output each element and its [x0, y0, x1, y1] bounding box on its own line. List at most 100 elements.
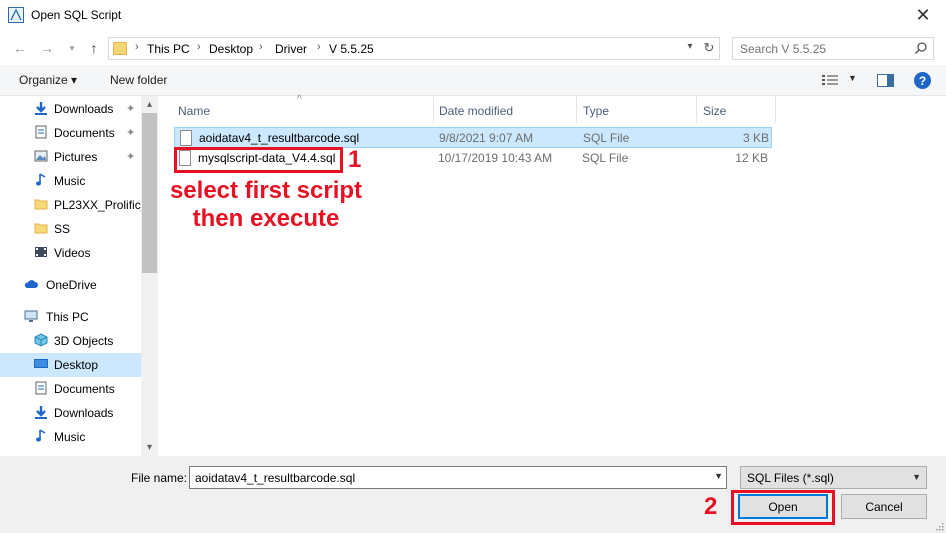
sidebar-scrollbar[interactable]: ▴ ▾ [141, 96, 158, 456]
column-header-size[interactable]: Size [703, 104, 726, 118]
sidebar-item-music-quick[interactable]: Music [0, 169, 141, 193]
sidebar-item-music[interactable]: Music [0, 425, 141, 449]
address-bar[interactable]: › This PC › Desktop › Driver › V 5.5.25 … [108, 37, 720, 60]
cube-icon [34, 333, 48, 347]
column-header-type[interactable]: Type [583, 104, 609, 118]
forward-arrow-icon[interactable]: → [37, 38, 57, 58]
sidebar-item-downloads-quick[interactable]: Downloads ✦ [0, 97, 141, 121]
command-toolbar: Organize ▾ New folder ▼ ? [0, 65, 946, 96]
computer-icon [24, 310, 38, 322]
sidebar-item-label: Downloads [54, 406, 114, 420]
folder-icon [113, 42, 127, 55]
view-options-icon[interactable] [822, 74, 838, 87]
music-note-icon [36, 429, 46, 442]
folder-icon [34, 199, 48, 210]
cancel-button[interactable]: Cancel [841, 494, 927, 519]
column-divider[interactable] [775, 96, 776, 123]
resize-grip-icon[interactable] [934, 521, 944, 531]
preview-pane-icon[interactable] [877, 74, 894, 87]
scroll-down-icon[interactable]: ▾ [141, 439, 158, 456]
file-type-value: SQL Files (*.sql) [747, 471, 834, 485]
annotation-highlight-box [174, 147, 343, 173]
crumb-separator: › [135, 41, 139, 53]
window-title: Open SQL Script [31, 8, 122, 22]
column-divider[interactable] [696, 96, 697, 123]
breadcrumb-version-folder[interactable]: V 5.5.25 [329, 42, 374, 56]
breadcrumb-driver[interactable]: Driver [275, 42, 307, 56]
crumb-separator: › [259, 41, 263, 53]
help-icon[interactable]: ? [914, 72, 931, 89]
sql-file-icon [180, 130, 192, 146]
sidebar-item-label: Documents [54, 126, 115, 140]
chevron-down-icon[interactable]: ▼ [848, 73, 857, 83]
sidebar-item-videos[interactable]: Videos [0, 241, 141, 265]
cloud-icon [24, 280, 38, 288]
column-divider[interactable] [576, 96, 577, 123]
sidebar-item-downloads[interactable]: Downloads [0, 401, 141, 425]
file-size: 12 KB [735, 151, 768, 165]
sidebar-item-label: Videos [54, 246, 91, 260]
sidebar-item-label: 3D Objects [54, 334, 114, 348]
chevron-down-icon[interactable]: ▼ [714, 471, 723, 481]
sidebar-item-label: Music [54, 174, 86, 188]
sort-ascending-icon: ^ [297, 94, 302, 105]
annotation-step-number: 2 [704, 493, 718, 520]
documents-icon [35, 381, 47, 395]
sidebar-item-label: This PC [46, 310, 89, 324]
sidebar-item-pictures[interactable]: Pictures ✦ [0, 145, 141, 169]
annotation-step-number: 1 [348, 146, 362, 173]
music-note-icon [36, 173, 46, 186]
search-icon [915, 42, 927, 54]
column-header-name[interactable]: Name [178, 104, 210, 118]
open-button[interactable]: Open [738, 494, 828, 519]
up-arrow-icon[interactable]: ↑ [84, 38, 104, 58]
file-size: 3 KB [742, 131, 769, 145]
file-date: 10/17/2019 10:43 AM [438, 151, 553, 165]
sidebar-item-label: Documents [54, 382, 115, 396]
dialog-footer: File name: ▼ SQL Files (*.sql) ▼ 2 Open … [0, 456, 946, 533]
search-box[interactable] [732, 37, 934, 60]
sidebar-item-ss-folder[interactable]: SS [0, 217, 141, 241]
breadcrumb-this-pc[interactable]: This PC [147, 42, 190, 56]
file-name-combobox[interactable]: ▼ [189, 466, 727, 489]
sidebar-item-label: Downloads [54, 102, 114, 116]
file-name-input[interactable] [190, 467, 708, 488]
file-name: aoidatav4_t_resultbarcode.sql [199, 131, 360, 145]
pin-icon: ✦ [126, 151, 136, 163]
column-header-date-modified[interactable]: Date modified [439, 104, 513, 118]
file-type-select[interactable]: SQL Files (*.sql) ▼ [740, 466, 927, 489]
desktop-icon [34, 359, 48, 368]
sidebar-item-this-pc[interactable]: This PC [0, 305, 141, 329]
chevron-down-icon[interactable]: ▾ [682, 41, 698, 57]
sidebar-item-pl23xx-folder[interactable]: PL23XX_Prolific_ [0, 193, 147, 217]
file-date: 9/8/2021 9:07 AM [439, 131, 534, 145]
new-folder-button[interactable]: New folder [110, 73, 167, 87]
pin-icon: ✦ [126, 103, 136, 115]
sidebar-item-label: Desktop [54, 358, 99, 372]
column-divider[interactable] [433, 96, 434, 123]
sidebar-item-label: Pictures [54, 150, 98, 164]
recent-locations-chevron-icon[interactable]: ▾ [62, 38, 82, 58]
annotation-instruction-line: select first script [169, 177, 363, 204]
sidebar-item-desktop[interactable]: Desktop [0, 353, 141, 377]
scroll-up-icon[interactable]: ▴ [141, 96, 158, 113]
back-arrow-icon[interactable]: ← [10, 38, 30, 58]
sidebar-item-3d-objects[interactable]: 3D Objects [0, 329, 141, 353]
pictures-icon [34, 150, 48, 162]
table-row[interactable]: aoidatav4_t_resultbarcode.sql 9/8/2021 9… [174, 127, 772, 148]
sidebar-item-documents-quick[interactable]: Documents ✦ [0, 121, 141, 145]
sidebar-item-onedrive[interactable]: OneDrive [0, 273, 141, 297]
search-input[interactable] [733, 38, 911, 59]
refresh-icon[interactable]: ↻ [701, 40, 717, 56]
sidebar-item-label: Music [54, 430, 86, 444]
video-icon [35, 247, 47, 257]
download-arrow-icon [35, 102, 47, 115]
annotation-instruction-line: then execute [192, 205, 340, 232]
address-row: ← → ▾ ↑ › This PC › Desktop › Driver › V… [0, 31, 946, 65]
breadcrumb-desktop[interactable]: Desktop [209, 42, 253, 56]
sidebar-item-documents[interactable]: Documents [0, 377, 141, 401]
close-icon[interactable]: ✕ [900, 0, 946, 31]
organize-button[interactable]: Organize ▾ [19, 73, 77, 87]
app-sql-icon [8, 7, 24, 23]
sidebar-item-label: OneDrive [46, 278, 97, 292]
